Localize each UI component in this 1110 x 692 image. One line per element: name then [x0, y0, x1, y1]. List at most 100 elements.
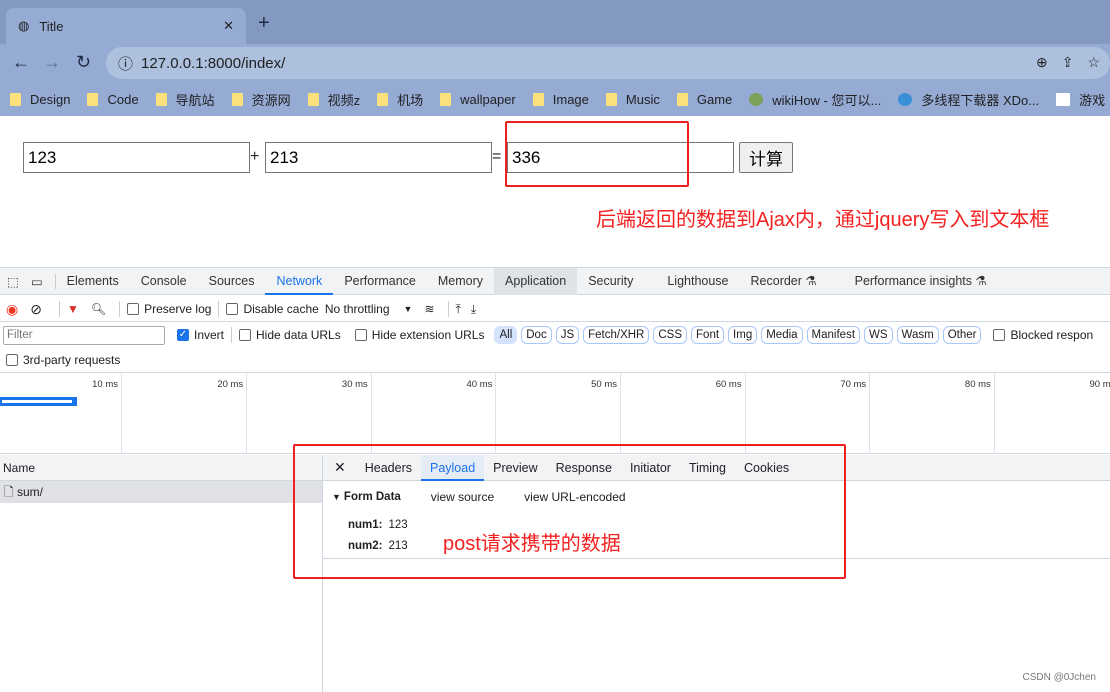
timeline-tick: 70 ms — [746, 373, 871, 454]
bookmark-item[interactable]: 多线程下载器 XDo... — [898, 90, 1039, 109]
timeline-overview[interactable]: 10 ms 20 ms 30 ms 40 ms 50 ms 60 ms 70 ms 80 ms… — [0, 372, 1110, 454]
bookmark-label: 游戏 — [1079, 92, 1106, 108]
preserve-log-checkbox[interactable] — [127, 303, 140, 315]
address-bar[interactable]: ⓘ 127.0.0.1:8000/index/ ⊕ ⇪ ☆ — [106, 47, 1110, 79]
reload-icon[interactable]: ↻ — [76, 52, 91, 73]
filter-bar: ✓ Invert Hide data URLs Hide extension UR… — [3, 325, 1110, 345]
tab-security[interactable]: Security — [577, 268, 644, 295]
timeline-tick: 60 ms — [621, 373, 746, 454]
filter-type-media[interactable]: Media — [761, 326, 803, 344]
folder-icon — [532, 92, 544, 106]
filter-type-manifest[interactable]: Manifest — [806, 326, 861, 344]
bookmark-item[interactable]: 视频z — [307, 90, 360, 109]
bookmark-label: Design — [30, 91, 71, 107]
blocked-checkbox[interactable] — [993, 329, 1006, 341]
new-tab-button[interactable]: + — [258, 12, 270, 35]
document-icon: 🗋 — [4, 485, 14, 499]
dropdown-icon[interactable]: ▼ — [404, 304, 413, 314]
blocked-label: Blocked respon — [1010, 328, 1094, 342]
bookmark-item[interactable]: Design — [10, 92, 70, 107]
tab-network[interactable]: Network — [265, 268, 334, 295]
filter-type-img[interactable]: Img — [728, 326, 758, 344]
request-row[interactable]: 🗋 sum/ — [0, 481, 322, 503]
tab-application[interactable]: Application — [494, 267, 578, 295]
filter-type-js[interactable]: JS — [555, 326, 580, 344]
filter-type-doc[interactable]: Doc — [521, 326, 552, 344]
bookmark-label: 导航站 — [175, 92, 215, 108]
folder-icon — [155, 92, 167, 106]
export-icon[interactable]: ⤓ — [471, 302, 476, 317]
filter-type-ws[interactable]: WS — [864, 326, 893, 344]
invert-checkbox[interactable]: ✓ — [177, 329, 189, 341]
tab-memory[interactable]: Memory — [427, 268, 494, 295]
filter-type-all[interactable]: All — [494, 326, 518, 344]
network-conditions-icon[interactable]: ≋ — [424, 302, 434, 316]
bookmark-item[interactable]: 游戏 — [1056, 90, 1105, 109]
bookmarks-bar: Design Code 导航站 资源网 视频z 机场 wallpaper Image Music… — [0, 82, 1110, 116]
tab-lighthouse[interactable]: Lighthouse — [656, 268, 739, 295]
timeline-bar — [0, 397, 77, 406]
tab-elements[interactable]: Elements — [56, 268, 130, 295]
close-tab-icon[interactable]: ✕ — [223, 18, 234, 34]
folder-icon — [87, 92, 99, 106]
filter-type-wasm[interactable]: Wasm — [896, 326, 939, 344]
site-icon — [749, 92, 764, 106]
num2-input[interactable] — [265, 142, 492, 173]
bookmark-label: 资源网 — [251, 92, 291, 108]
hide-data-urls-checkbox[interactable] — [239, 329, 252, 341]
num1-input[interactable] — [23, 142, 250, 173]
throttling-select[interactable]: No throttling — [325, 302, 390, 316]
clear-icon[interactable]: ⊘ — [30, 301, 42, 318]
payload-highlight-box — [293, 444, 846, 579]
disable-cache-label: Disable cache — [243, 302, 319, 316]
device-icon[interactable]: ▭ — [27, 273, 56, 289]
equals-sign: = — [492, 148, 502, 165]
calculate-button[interactable]: 计算 — [739, 142, 793, 173]
bookmark-label: wallpaper — [460, 91, 516, 107]
tab-performance-insights[interactable]: Performance insights ⚗ — [844, 268, 998, 295]
back-icon[interactable]: ← — [12, 52, 30, 73]
bookmark-item[interactable]: Game — [676, 92, 732, 107]
bookmark-item[interactable]: 资源网 — [231, 90, 291, 109]
bookmark-label: Music — [625, 91, 660, 107]
record-icon[interactable]: ◉ — [6, 301, 18, 318]
name-column-header[interactable]: Name — [0, 455, 322, 481]
filter-type-other[interactable]: Other — [942, 326, 982, 344]
info-icon: ⓘ — [118, 55, 134, 73]
filter-type-font[interactable]: Font — [691, 326, 725, 344]
globe-icon: ◍ — [18, 18, 30, 33]
bookmark-item[interactable]: 机场 — [377, 90, 423, 109]
bookmark-item[interactable]: wallpaper — [440, 92, 516, 107]
filter-type-css[interactable]: CSS — [653, 326, 688, 344]
folder-icon — [231, 92, 243, 106]
browser-tab[interactable]: ◍ Title ✕ — [6, 8, 246, 44]
tab-console[interactable]: Console — [130, 268, 198, 295]
bookmark-item[interactable]: 导航站 — [155, 90, 215, 109]
star-icon[interactable]: ☆ — [1087, 54, 1100, 71]
search-icon[interactable]: 🔍︎ — [91, 302, 106, 316]
bookmark-item[interactable]: Music — [605, 91, 660, 107]
tab-performance[interactable]: Performance — [333, 268, 427, 295]
filter-icon[interactable]: ▼ — [67, 302, 79, 316]
disable-cache-checkbox[interactable] — [226, 303, 239, 315]
forward-icon[interactable]: → — [43, 52, 61, 73]
import-icon[interactable]: ⤒ — [456, 302, 461, 317]
timeline-tick: 80 ms — [870, 373, 995, 454]
hide-extension-urls-checkbox[interactable] — [354, 329, 367, 341]
highlight-box — [505, 121, 689, 187]
bookmark-item[interactable]: wikiHow - 您可以... — [749, 90, 881, 109]
filter-input[interactable] — [3, 325, 165, 345]
filter-type-fetch-xhr[interactable]: Fetch/XHR — [583, 326, 650, 344]
bookmark-label: 机场 — [397, 92, 424, 108]
bookmark-item[interactable]: Code — [87, 92, 139, 107]
bookmark-item[interactable]: Image — [532, 92, 589, 107]
request-list: Name 🗋 sum/ — [0, 455, 323, 692]
bookmark-label: wikiHow - 您可以... — [772, 92, 882, 108]
share-icon[interactable]: ⇪ — [1062, 54, 1074, 71]
tab-recorder[interactable]: Recorder ⚗ — [740, 268, 828, 295]
tab-sources[interactable]: Sources — [198, 268, 266, 295]
timeline-tick: 50 ms — [496, 373, 621, 454]
inspect-icon[interactable]: ⬚ — [0, 274, 27, 289]
third-party-checkbox[interactable] — [6, 354, 18, 366]
zoom-icon[interactable]: ⊕ — [1036, 54, 1048, 71]
